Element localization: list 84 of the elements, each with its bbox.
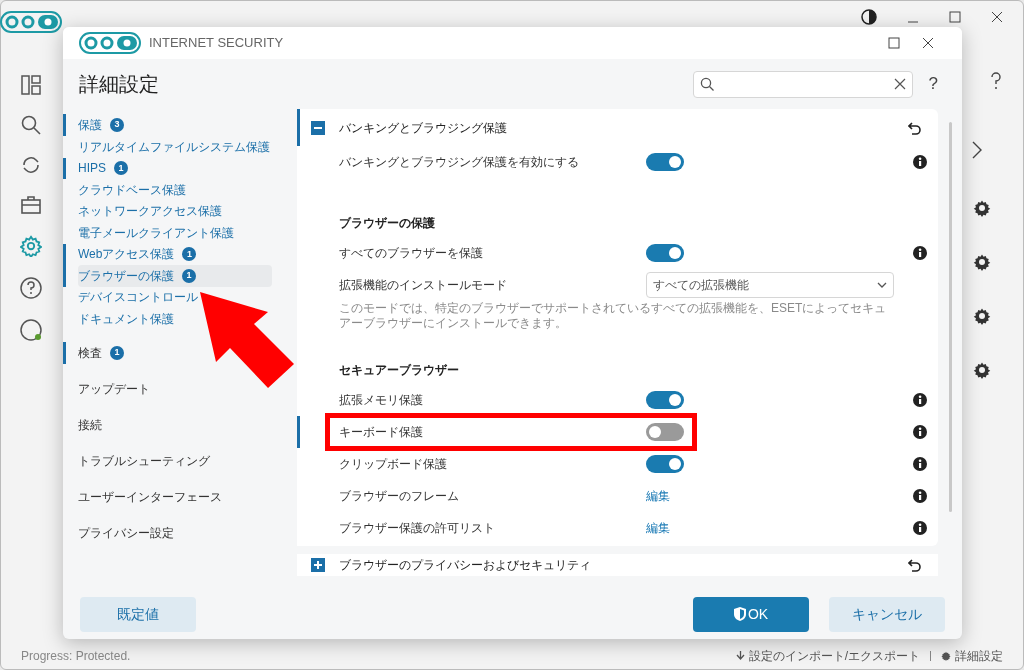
toggle-switch[interactable] bbox=[646, 153, 684, 171]
setting-label: 拡張機能のインストールモード bbox=[339, 277, 508, 294]
changed-marker bbox=[297, 416, 300, 448]
nav-item[interactable]: ユーザーインターフェース bbox=[78, 485, 222, 508]
setting-label: ブラウザー保護の許可リスト bbox=[339, 520, 496, 537]
info-icon[interactable] bbox=[913, 393, 927, 407]
nav-item[interactable]: Webアクセス保護 1 bbox=[78, 243, 197, 265]
undo-icon[interactable] bbox=[908, 120, 922, 135]
edit-link[interactable]: 編集 bbox=[646, 519, 670, 537]
nav-item[interactable]: 検査 1 bbox=[78, 341, 124, 364]
description-text: このモードでは、特定のブラウザーでサポートされているすべての拡張機能を、ESETによってセキュアーブラウザーにインストールできます。 bbox=[339, 301, 888, 331]
help-icon[interactable] bbox=[990, 72, 1002, 90]
nav-item[interactable]: アップデート bbox=[78, 377, 150, 400]
setting-label: ブラウザーのフレーム bbox=[339, 488, 460, 505]
edit-link[interactable]: 編集 bbox=[646, 487, 670, 505]
count-badge: 3 bbox=[110, 118, 124, 132]
help-icon[interactable] bbox=[20, 277, 42, 299]
nav-item[interactable]: 保護 3 bbox=[78, 114, 124, 136]
count-badge: 1 bbox=[114, 161, 128, 176]
download-icon bbox=[735, 651, 745, 661]
setting-label: バンキングとブラウジング保護を有効にする bbox=[339, 154, 580, 171]
nav-item[interactable]: ブラウザーの保護 1 bbox=[78, 265, 272, 287]
section-title[interactable]: ブラウザーのプライバシーおよびセキュリティ bbox=[339, 557, 591, 573]
nav-item[interactable]: ドキュメント保護 bbox=[78, 308, 174, 330]
info-icon[interactable] bbox=[913, 521, 927, 535]
dashboard-icon[interactable] bbox=[21, 75, 41, 95]
undo-icon[interactable] bbox=[908, 558, 922, 572]
search-icon[interactable] bbox=[21, 115, 41, 135]
chevron-down-icon bbox=[877, 282, 887, 288]
info-icon[interactable] bbox=[913, 425, 927, 439]
expand-icon[interactable] bbox=[311, 558, 325, 572]
group-heading: セキュアーブラウザー bbox=[339, 363, 459, 377]
status-text: Progress: Protected. bbox=[21, 648, 131, 665]
info-icon[interactable] bbox=[913, 246, 927, 260]
product-name: INTERNET SECURITY bbox=[149, 34, 284, 53]
nav-item[interactable]: ネットワークアクセス保護 bbox=[78, 200, 222, 222]
dialog-title: 詳細設定 bbox=[79, 72, 159, 97]
collapse-icon[interactable] bbox=[311, 120, 325, 135]
ok-button[interactable]: OK bbox=[693, 596, 809, 632]
maximize-icon[interactable] bbox=[949, 11, 961, 23]
cancel-button[interactable]: キャンセル bbox=[829, 596, 945, 632]
nav-item[interactable]: リアルタイムファイルシステム保護 bbox=[78, 136, 270, 158]
user-icon[interactable] bbox=[20, 319, 42, 341]
toggle-switch[interactable] bbox=[646, 244, 684, 262]
help-button[interactable]: ? bbox=[928, 71, 938, 97]
toggle-switch[interactable] bbox=[646, 423, 684, 441]
shield-icon bbox=[733, 607, 746, 621]
info-icon[interactable] bbox=[913, 155, 927, 169]
setting-label: 拡張メモリ保護 bbox=[339, 392, 424, 409]
nav-item[interactable]: HIPS 1 bbox=[78, 157, 128, 179]
footer-link[interactable]: 設定のインポート/エクスポート bbox=[735, 647, 920, 665]
contrast-icon[interactable] bbox=[861, 9, 877, 25]
maximize-icon[interactable] bbox=[888, 37, 900, 49]
info-icon[interactable] bbox=[913, 489, 927, 503]
info-icon[interactable] bbox=[913, 457, 927, 471]
briefcase-icon[interactable] bbox=[21, 195, 41, 215]
nav-item[interactable]: プライバシー設定 bbox=[78, 521, 174, 544]
nav-item[interactable]: クラウドベース保護 bbox=[78, 179, 186, 201]
footer-link[interactable]: 詳細設定 bbox=[941, 647, 1003, 665]
logo-icon bbox=[79, 32, 141, 54]
nav-item[interactable]: 接続 bbox=[78, 413, 102, 436]
refresh-icon[interactable] bbox=[21, 155, 41, 175]
clear-icon[interactable] bbox=[893, 78, 906, 90]
scrollbar[interactable] bbox=[949, 122, 952, 512]
close-icon[interactable] bbox=[922, 37, 934, 49]
mode-dropdown[interactable]: すべての拡張機能 bbox=[646, 272, 894, 298]
count-badge: 1 bbox=[182, 247, 197, 262]
nav-item[interactable]: デバイスコントロール bbox=[78, 286, 198, 308]
setting-label: すべてのブラウザーを保護 bbox=[339, 245, 484, 262]
count-badge: 1 bbox=[182, 268, 196, 283]
toggle-switch[interactable] bbox=[646, 391, 684, 409]
section-title[interactable]: バンキングとブラウジング保護 bbox=[339, 118, 507, 137]
group-heading: ブラウザーの保護 bbox=[339, 216, 435, 230]
count-badge: 1 bbox=[110, 345, 124, 360]
search-icon bbox=[699, 77, 714, 91]
toggle-switch[interactable] bbox=[646, 455, 684, 473]
close-icon[interactable] bbox=[991, 11, 1003, 23]
search-field[interactable] bbox=[692, 70, 913, 98]
nav-item[interactable]: 電子メールクライアント保護 bbox=[78, 222, 234, 244]
defaults-button[interactable]: 既定値 bbox=[80, 596, 196, 632]
chevron-right-icon[interactable] bbox=[972, 141, 982, 159]
setting-label: クリップボード保護 bbox=[339, 456, 448, 473]
setting-label: キーボード保護 bbox=[339, 424, 424, 441]
nav-item[interactable]: トラブルシューティング bbox=[78, 449, 210, 472]
